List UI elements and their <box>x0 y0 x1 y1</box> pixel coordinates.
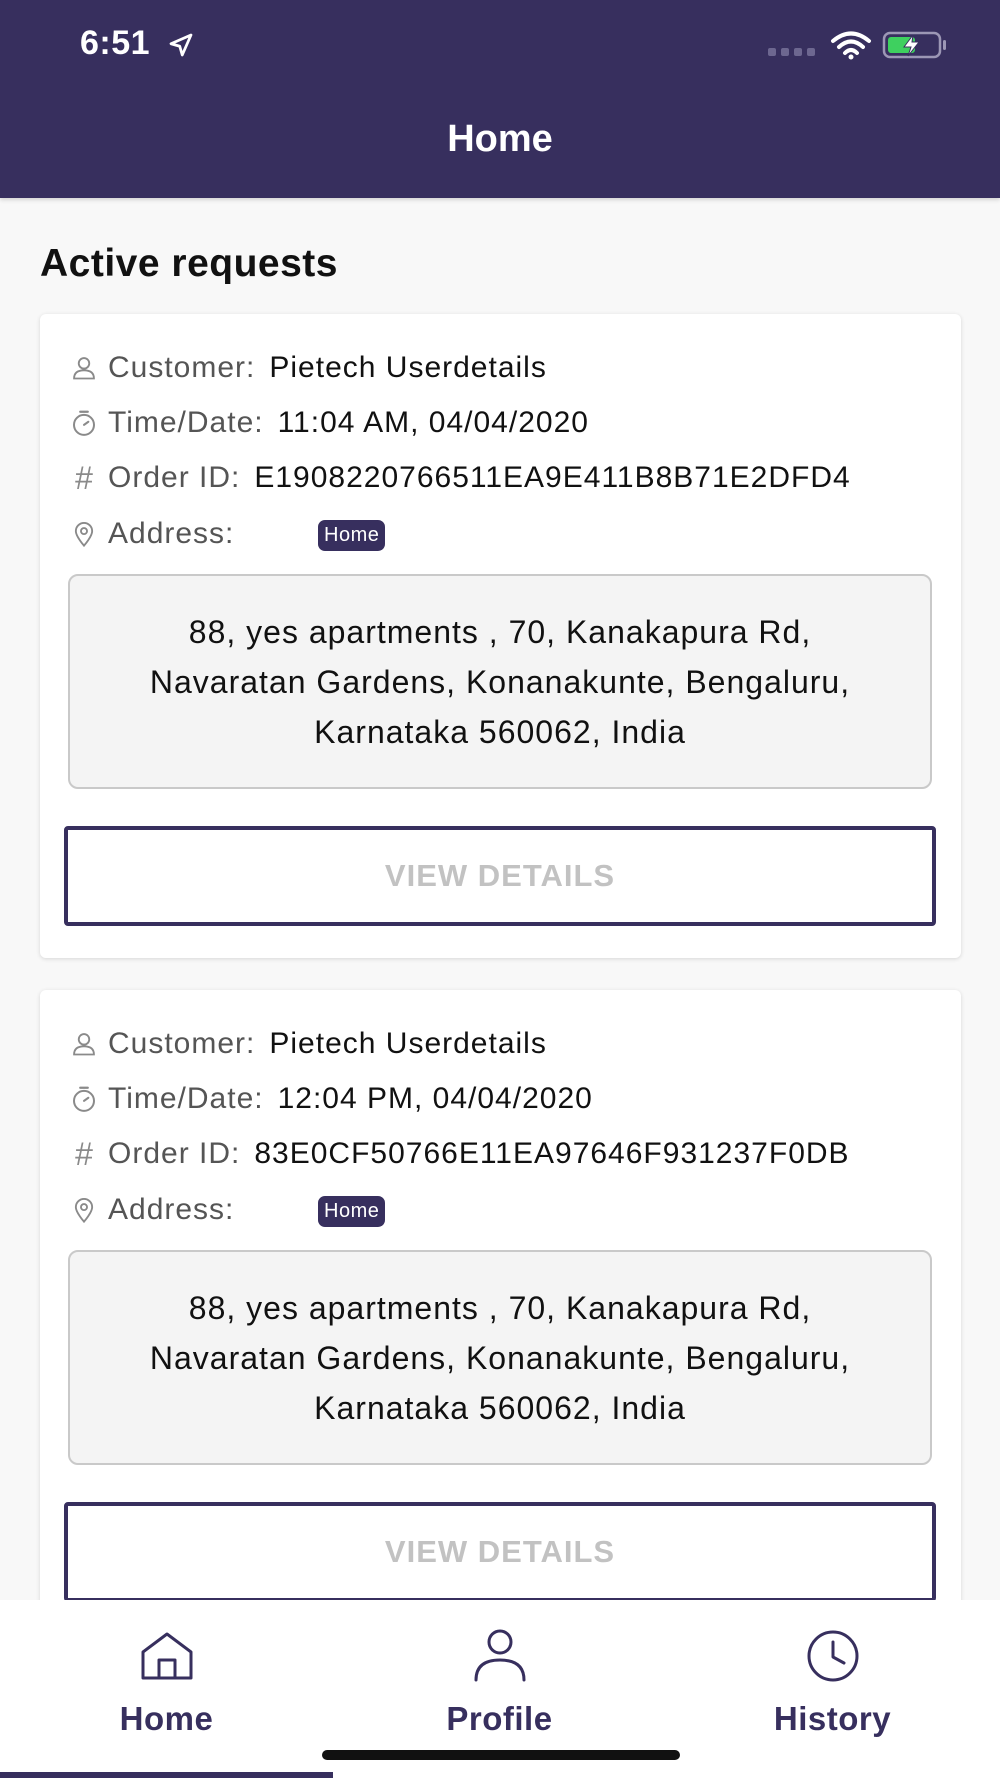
address-label: Address: <box>108 517 235 550</box>
hash-icon: # <box>75 459 93 496</box>
request-card: Customer: Pietech Userdetails Time/Date:… <box>40 990 961 1634</box>
customer-value: Pietech Userdetails <box>269 1027 547 1060</box>
tab-home-label: Home <box>119 1700 214 1737</box>
order-label: Order ID: <box>108 1137 241 1170</box>
time-row: Time/Date: 11:04 AM, 04/04/2020 <box>66 401 589 445</box>
address-row: Address: <box>66 512 248 556</box>
selected-tab-indicator <box>0 1772 333 1778</box>
stopwatch-icon <box>66 405 102 441</box>
cellular-signal-icon <box>768 48 815 56</box>
tab-profile-label: Profile <box>446 1700 553 1737</box>
address-text: 88, yes apartments , 70, Kanakapura Rd, … <box>68 1250 932 1465</box>
stopwatch-icon <box>66 1081 102 1117</box>
location-pin-icon <box>66 516 102 552</box>
tab-history[interactable]: History <box>666 1600 999 1778</box>
page-title: Home <box>447 118 553 160</box>
time-value: 12:04 PM, 04/04/2020 <box>277 1082 593 1115</box>
request-card: Customer: Pietech Userdetails Time/Date:… <box>40 314 961 958</box>
tab-history-label: History <box>773 1700 892 1737</box>
app-header: 6:51 Home <box>0 0 1000 198</box>
time-row: Time/Date: 12:04 PM, 04/04/2020 <box>66 1077 593 1121</box>
tab-home[interactable]: Home <box>0 1600 333 1778</box>
profile-icon <box>474 1629 525 1682</box>
customer-label: Customer: <box>108 351 256 384</box>
clock-icon <box>807 1630 858 1682</box>
customer-row: Customer: Pietech Userdetails <box>66 346 547 390</box>
order-value: 83E0CF50766E11EA97646F931237F0DB <box>254 1137 850 1170</box>
customer-row: Customer: Pietech Userdetails <box>66 1022 547 1066</box>
user-icon <box>66 1026 102 1062</box>
address-type-badge: Home <box>318 1196 386 1227</box>
customer-label: Customer: <box>108 1027 256 1060</box>
location-pin-icon <box>66 1192 102 1228</box>
address-text: 88, yes apartments , 70, Kanakapura Rd, … <box>68 574 932 789</box>
time-value: 11:04 AM, 04/04/2020 <box>277 406 589 439</box>
time-label: Time/Date: <box>108 406 264 439</box>
user-icon <box>66 350 102 386</box>
time-label: Time/Date: <box>108 1082 264 1115</box>
battery-charging-icon <box>882 31 946 59</box>
section-title: Active requests <box>40 242 338 285</box>
address-row: Address: <box>66 1188 248 1232</box>
wifi-icon <box>831 31 871 60</box>
order-label: Order ID: <box>108 461 241 494</box>
order-value: E1908220766511EA9E411B8B71E2DFD4 <box>254 461 851 494</box>
status-time: 6:51 <box>80 24 151 62</box>
view-details-button[interactable]: VIEW DETAILS <box>64 1502 936 1602</box>
address-label: Address: <box>108 1193 235 1226</box>
view-details-button[interactable]: VIEW DETAILS <box>64 826 936 926</box>
order-row: # Order ID: E1908220766511EA9E411B8B71E2… <box>66 456 851 500</box>
home-icon <box>141 1632 192 1680</box>
home-indicator-bar[interactable] <box>322 1750 680 1760</box>
address-type-badge: Home <box>318 520 386 551</box>
hash-icon: # <box>75 1135 93 1172</box>
location-arrow-icon <box>169 33 193 57</box>
customer-value: Pietech Userdetails <box>269 351 547 384</box>
status-bar: 6:51 <box>0 0 1000 90</box>
order-row: # Order ID: 83E0CF50766E11EA97646F931237… <box>66 1132 850 1176</box>
